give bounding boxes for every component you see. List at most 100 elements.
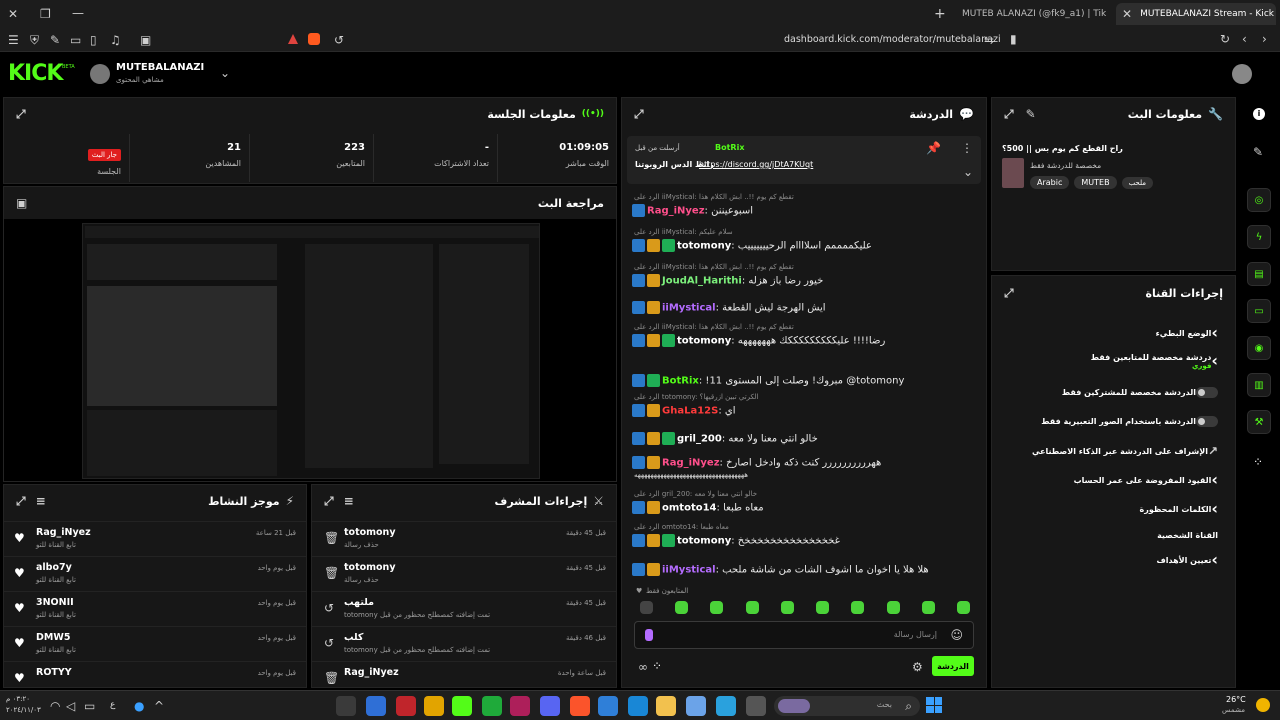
stream-category[interactable]: مخصصة للدردشة فقط: [1030, 161, 1101, 170]
channel-action-item[interactable]: ↗ الإشراف على الدردشة عبر الذكاء الاصطناع…: [1000, 440, 1226, 462]
chevron-up-icon[interactable]: ^: [154, 700, 164, 712]
rail-chat-icon[interactable]: ▭: [1247, 299, 1271, 323]
app-icon[interactable]: [510, 696, 530, 716]
app-icon[interactable]: [716, 696, 736, 716]
app-icon[interactable]: [628, 696, 648, 716]
expand-icon[interactable]: ⤢: [324, 495, 334, 507]
channel-action-item[interactable]: › القيود المفروضة على عمر الحساب: [1000, 469, 1226, 491]
app-icon[interactable]: [424, 696, 444, 716]
volume-icon[interactable]: ◁: [66, 700, 75, 712]
back-icon[interactable]: ›: [1262, 33, 1267, 45]
emote[interactable]: [675, 601, 689, 614]
rail-doc-icon[interactable]: ▤: [1247, 262, 1271, 286]
app-icon[interactable]: [336, 696, 356, 716]
rail-cards-icon[interactable]: ▥: [1247, 373, 1271, 397]
new-tab-icon[interactable]: +: [934, 7, 946, 21]
chat-username[interactable]: JoudAl_Harithi: [662, 276, 742, 287]
minimize-icon[interactable]: —: [72, 7, 84, 19]
chevron-down-icon[interactable]: ⌄: [963, 166, 973, 178]
channel-action-item[interactable]: القناة الشخصية: [1000, 524, 1226, 546]
clock-date[interactable]: ٢٠٢٤/١١/٠٣: [6, 706, 41, 714]
more-icon[interactable]: ⋮: [961, 142, 973, 154]
kick-logo[interactable]: KICK: [8, 61, 63, 86]
chat-message[interactable]: totomony: رضا!!!! عليكككككككككك هههههههه: [632, 334, 980, 347]
channel-action-item[interactable]: › تعيين الأهداف: [1000, 549, 1226, 571]
chat-message[interactable]: Rag_iNyez: اسبوعيننن: [632, 204, 980, 217]
chat-username[interactable]: GhaLa12S: [662, 406, 718, 417]
external-link-icon[interactable]: ↗: [1208, 445, 1218, 457]
stream-video[interactable]: [82, 223, 540, 479]
close-icon[interactable]: ✕: [8, 8, 18, 20]
channel-action-item[interactable]: › الوضع البطيء: [1000, 322, 1226, 344]
expand-icon[interactable]: ⤢: [1004, 108, 1014, 120]
shield-icon[interactable]: ⛨: [30, 34, 39, 46]
filter-icon[interactable]: ≡: [344, 495, 354, 507]
expand-icon[interactable]: ⤢: [16, 495, 26, 507]
toggle-switch[interactable]: [1196, 415, 1218, 427]
menu-icon[interactable]: ☰: [8, 34, 19, 46]
chat-input[interactable]: إرسال رسالة ☺: [634, 621, 974, 649]
tab-kick[interactable]: ✕ MUTEBALANAZI Stream - Kick D: [1116, 3, 1276, 25]
app-icon[interactable]: [656, 696, 676, 716]
info-icon[interactable]: i: [1253, 108, 1265, 120]
close-tab-icon[interactable]: ✕: [1122, 8, 1132, 20]
emote[interactable]: [886, 601, 900, 614]
clock-time[interactable]: ٠٣:٢٠ م: [6, 695, 30, 703]
reload-icon[interactable]: ↻: [1220, 33, 1230, 45]
rail-live-icon[interactable]: ◉: [1247, 336, 1271, 360]
dots-icon[interactable]: ⁘: [1253, 456, 1263, 468]
tune-icon[interactable]: ⇋: [984, 34, 994, 46]
app-icon[interactable]: [746, 696, 766, 716]
app-icon[interactable]: [540, 696, 560, 716]
pinned-message[interactable]: ⋮ 📌 ⌄ أرسلت من قبل BotRix رابط الدس الرو…: [627, 136, 981, 184]
app-icon[interactable]: [686, 696, 706, 716]
emote[interactable]: [921, 601, 935, 614]
app-icon[interactable]: [452, 696, 472, 716]
wallet-icon[interactable]: ▭: [70, 34, 81, 46]
chevron-right-icon[interactable]: ›: [1211, 353, 1218, 369]
chat-username[interactable]: totomony: [677, 336, 731, 347]
emote[interactable]: [816, 601, 830, 614]
channel-action-item[interactable]: الدردشة مخصصة للمشتركين فقط: [1000, 381, 1226, 403]
lang-icon[interactable]: ع: [110, 700, 115, 710]
chat-message[interactable]: totomony: عليكممممم اسلاااام الرحييييييي…: [632, 239, 980, 252]
pin-icon[interactable]: 📌: [926, 142, 941, 154]
sidebar-icon[interactable]: ▯: [90, 34, 97, 46]
channel-action-item[interactable]: › الكلمات المحظورة: [1000, 498, 1226, 520]
brave-shield-icon[interactable]: [308, 33, 320, 45]
mic-icon[interactable]: ●: [134, 700, 144, 712]
battery-icon[interactable]: ▭: [84, 700, 95, 712]
chevron-right-icon[interactable]: ›: [1211, 501, 1218, 517]
pinned-link[interactable]: https://discord.gg/jDtA7KUqt: [699, 160, 813, 169]
emote[interactable]: [745, 601, 759, 614]
edit-icon[interactable]: ✎: [1026, 108, 1036, 120]
chevron-right-icon[interactable]: ›: [1211, 325, 1218, 341]
music-icon[interactable]: ♫: [110, 34, 121, 46]
chat-message[interactable]: omtoto14: معاه طبعا: [632, 501, 980, 514]
rail-target-icon[interactable]: ◎: [1247, 188, 1271, 212]
emote[interactable]: [710, 601, 724, 614]
weather-temp[interactable]: 26°C: [1226, 695, 1246, 704]
pinned-user[interactable]: BotRix: [715, 143, 744, 152]
app-icon[interactable]: [366, 696, 386, 716]
chat-message[interactable]: Rag_iNyez: ههرررررررررر كنت ذكه وادخل اص…: [632, 456, 980, 469]
app-icon[interactable]: [598, 696, 618, 716]
filter-icon[interactable]: ≡: [36, 495, 46, 507]
chat-username[interactable]: Rag_iNyez: [647, 206, 705, 217]
taskbar-search[interactable]: بحث ⌕: [774, 696, 920, 716]
chevron-right-icon[interactable]: ›: [1211, 552, 1218, 568]
chat-username[interactable]: totomony: [677, 536, 731, 547]
user-avatar[interactable]: [1232, 64, 1252, 84]
tab-tiktok[interactable]: MUTEB ALANAZI (@fk9_a1) | TikTok(2): [956, 3, 1106, 25]
app-icon[interactable]: [482, 696, 502, 716]
rail-wrench-icon[interactable]: ⚒: [1247, 410, 1271, 434]
channel-action-item[interactable]: › دردشة مخصصة للمتابعين فقط فوري: [1000, 350, 1226, 372]
chat-message[interactable]: BotRix: !مبروك! وصلت إلى المستوى 11 @tot…: [632, 374, 980, 387]
extensions-icon[interactable]: ✎: [50, 34, 60, 46]
app-icon[interactable]: [570, 696, 590, 716]
chat-message[interactable]: iiMystical: هلا هلا يا اخوان ما اشوف الش…: [632, 563, 980, 576]
chat-message[interactable]: GhaLa12S: اي: [632, 404, 980, 417]
avatar[interactable]: [90, 64, 110, 84]
emote[interactable]: [640, 601, 653, 614]
pencil-icon[interactable]: ✎: [1253, 146, 1263, 158]
